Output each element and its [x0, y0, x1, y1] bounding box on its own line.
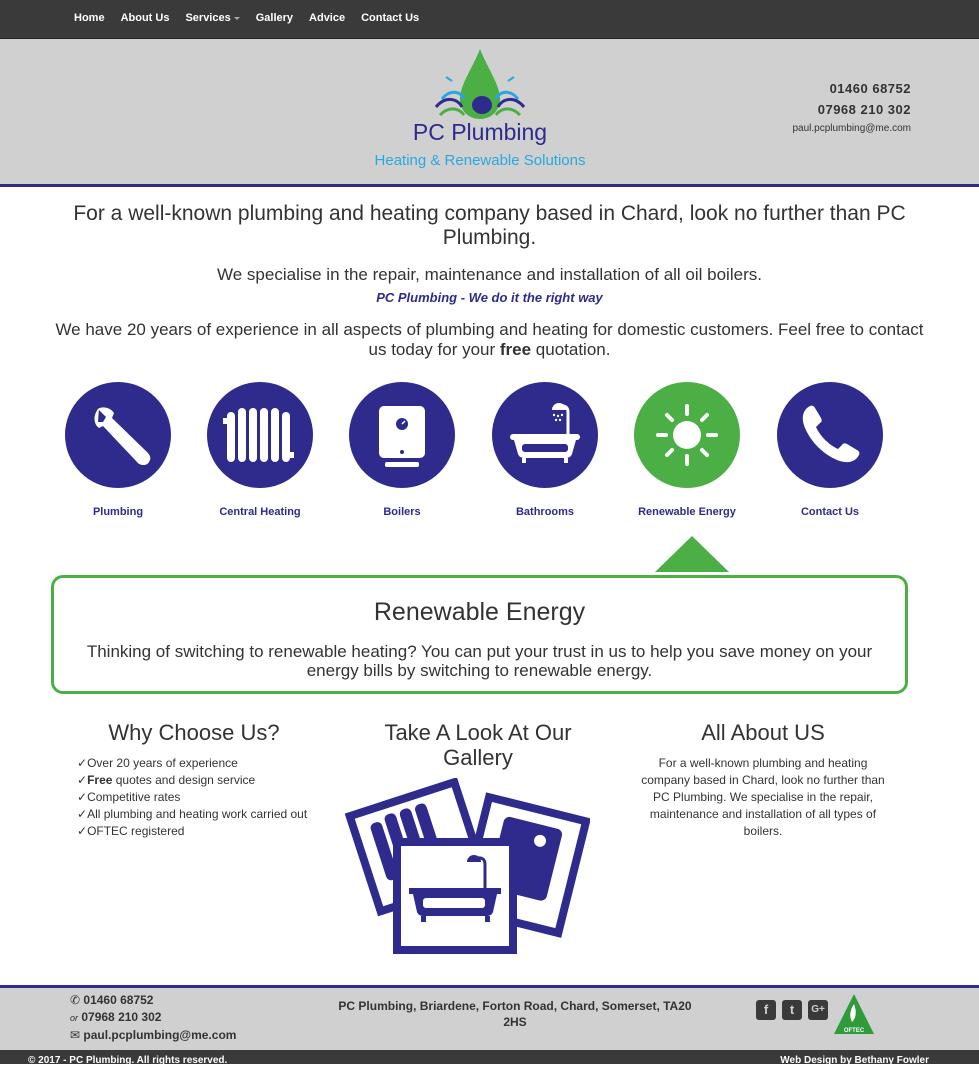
- service-plumbing[interactable]: Plumbing: [63, 382, 173, 518]
- nav-home[interactable]: Home: [66, 0, 113, 38]
- why-item: Competitive rates: [77, 789, 307, 806]
- header-email[interactable]: paul.pcplumbing@me.com: [792, 123, 911, 134]
- service-plumbing-circle: [65, 382, 171, 488]
- bathtub-icon: [510, 403, 580, 463]
- why-item: Free quotes and design service: [77, 772, 307, 789]
- service-renewable-energy[interactable]: Renewable Energy: [632, 382, 742, 518]
- footer-phone-1[interactable]: 01460 68752: [83, 993, 153, 1007]
- panel-text: Thinking of switching to renewable heati…: [86, 642, 873, 680]
- footer-phone-2[interactable]: 07968 210 302: [81, 1010, 161, 1024]
- bottom-bar: © 2017 - PC Plumbing. All rights reserve…: [0, 1050, 979, 1066]
- copyright-text: © 2017 - PC Plumbing. All rights reserve…: [28, 1055, 228, 1066]
- service-contact-label: Contact Us: [800, 506, 860, 518]
- service-plumbing-label: Plumbing: [92, 506, 144, 518]
- site-logo[interactable]: PC Plumbing Heating & Renewable Solution…: [360, 47, 600, 177]
- footer-or: or: [70, 1013, 79, 1023]
- facebook-icon[interactable]: f: [756, 1000, 776, 1020]
- service-boilers-circle: [349, 382, 455, 488]
- service-renewable-circle: [634, 382, 740, 488]
- footer-phone-row-2: or 07968 210 302: [70, 1009, 236, 1027]
- experience-text-pre: We have 20 years of experience in all as…: [55, 320, 924, 359]
- service-bathrooms-circle: [492, 382, 598, 488]
- nav-advice[interactable]: Advice: [301, 0, 353, 38]
- header-phone-2[interactable]: 07968 210 302: [792, 102, 911, 117]
- service-heating-label: Central Heating: [219, 506, 301, 518]
- about-text: For a well-known plumbing and heating co…: [641, 756, 885, 838]
- service-boilers[interactable]: Boilers: [347, 382, 457, 518]
- nav-menu: Home About Us Services Gallery Advice Co…: [66, 0, 427, 38]
- nav-services[interactable]: Services: [177, 0, 247, 38]
- footer-email[interactable]: paul.pcplumbing@me.com: [83, 1028, 236, 1042]
- nav-about-us[interactable]: About Us: [113, 0, 178, 38]
- water-drop-icon: [434, 49, 526, 119]
- intro-experience: We have 20 years of experience in all as…: [45, 320, 934, 360]
- why-choose-list: Over 20 years of experience Free quotes …: [77, 755, 307, 840]
- footer-contact: ✆ 01460 68752 or 07968 210 302 ✉ paul.pc…: [70, 992, 236, 1044]
- about-title: All About US: [701, 720, 825, 745]
- active-service-pointer: [655, 536, 729, 572]
- nav-services-label: Services: [185, 12, 231, 24]
- caret-down-icon: [233, 16, 240, 20]
- design-credit[interactable]: Web Design by Bethany Fowler: [780, 1055, 929, 1066]
- service-detail-panel: Renewable Energy Thinking of switching t…: [51, 575, 908, 694]
- footer-email-row: ✉ paul.pcplumbing@me.com: [70, 1027, 236, 1044]
- nav-gallery[interactable]: Gallery: [248, 0, 301, 38]
- wrench-icon: [94, 407, 151, 465]
- service-heating-circle: [207, 382, 313, 488]
- service-boilers-label: Boilers: [383, 506, 421, 518]
- envelope-icon: ✉: [70, 1028, 81, 1042]
- radiator-icon: [223, 408, 294, 462]
- footer-address: PC Plumbing, Briardene, Forton Road, Cha…: [338, 999, 692, 1029]
- why-item: OFTEC registered: [77, 823, 307, 840]
- intro-lead: For a well-known plumbing and heating co…: [73, 202, 906, 249]
- service-contact-us[interactable]: Contact Us: [775, 382, 885, 518]
- why-item: All plumbing and heating work carried ou…: [77, 806, 307, 823]
- intro-specialise: We specialise in the repair, maintenance…: [217, 265, 762, 284]
- gallery-title[interactable]: Take A Look At Our Gallery: [350, 720, 606, 770]
- phone-icon: [802, 405, 860, 463]
- header-contact: 01460 68752 07968 210 302 paul.pcplumbin…: [792, 81, 911, 134]
- site-header: PC Plumbing Heating & Renewable Solution…: [0, 39, 979, 187]
- gallery-photos-icon[interactable]: [345, 778, 590, 958]
- google-plus-icon[interactable]: G+: [808, 1000, 828, 1020]
- site-footer: ✆ 01460 68752 or 07968 210 302 ✉ paul.pc…: [0, 985, 979, 1050]
- boiler-icon: [379, 406, 425, 467]
- panel-title: Renewable Energy: [373, 598, 586, 626]
- footer-phone-row-1: ✆ 01460 68752: [70, 992, 236, 1009]
- why-item-text: quotes and design service: [112, 773, 256, 787]
- experience-text-bold: free: [499, 340, 532, 359]
- service-renewable-label: Renewable Energy: [638, 506, 736, 518]
- why-item-bold: Free: [87, 773, 113, 787]
- header-phone-1[interactable]: 01460 68752: [792, 81, 911, 96]
- oftec-label: OFTEC: [844, 1028, 865, 1034]
- twitter-icon[interactable]: t: [782, 1000, 802, 1020]
- phone-icon: ✆: [70, 993, 81, 1007]
- service-contact-circle: [777, 382, 883, 488]
- logo-subtitle: Heating & Renewable Solutions: [374, 152, 586, 169]
- service-central-heating[interactable]: Central Heating: [205, 382, 315, 518]
- social-links: f t G+: [756, 1000, 828, 1020]
- experience-text-post: quotation.: [531, 340, 611, 359]
- nav-contact-us[interactable]: Contact Us: [353, 0, 427, 38]
- logo-title: PC Plumbing: [412, 119, 548, 145]
- intro-tagline: PC Plumbing - We do it the right way: [376, 290, 603, 305]
- sun-icon: [656, 404, 718, 466]
- why-item: Over 20 years of experience: [77, 755, 307, 772]
- oftec-logo: OFTEC: [834, 994, 874, 1034]
- why-choose-title: Why Choose Us?: [108, 720, 280, 745]
- service-bathrooms[interactable]: Bathrooms: [490, 382, 600, 518]
- service-bathrooms-label: Bathrooms: [515, 506, 575, 518]
- top-navbar: Home About Us Services Gallery Advice Co…: [0, 0, 979, 39]
